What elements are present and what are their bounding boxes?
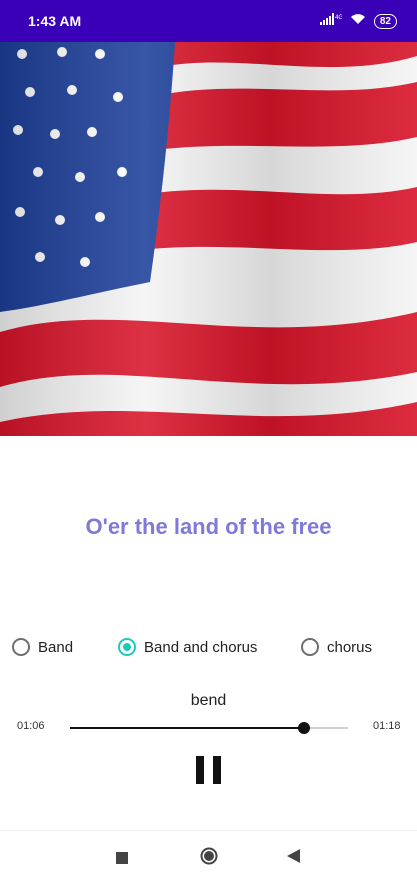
lyric-text: O'er the land of the free	[85, 514, 332, 539]
network-type-label: 4G	[335, 15, 342, 21]
radio-band-and-chorus[interactable]: Band and chorus	[118, 634, 257, 660]
pause-button[interactable]	[196, 756, 222, 784]
total-time: 01:18	[373, 720, 401, 732]
pause-icon	[196, 756, 204, 784]
recents-square-icon[interactable]	[116, 851, 128, 869]
mode-radio-group: Band Band and chorus chorus	[0, 634, 417, 660]
current-time: 01:06	[17, 720, 45, 732]
status-time: 1:43 AM	[28, 13, 82, 29]
radio-circle[interactable]	[301, 638, 319, 656]
radio-chorus[interactable]: chorus	[301, 634, 372, 660]
seek-thumb[interactable]	[297, 722, 310, 734]
status-bar: 1:43 AM 4G 82	[0, 0, 417, 42]
seek-progress	[70, 727, 304, 729]
home-circle-icon[interactable]	[200, 847, 218, 870]
track-name: bend	[190, 692, 227, 709]
battery-icon: 82	[373, 13, 397, 29]
radio-circle[interactable]	[12, 638, 30, 656]
signal-icon: 4G	[319, 12, 343, 30]
pause-icon	[213, 756, 221, 784]
radio-band[interactable]: Band	[12, 634, 73, 660]
seek-bar[interactable]	[70, 722, 348, 734]
wifi-icon	[350, 12, 366, 30]
radio-label: chorus	[327, 638, 373, 656]
radio-label: Band	[38, 638, 74, 656]
flag-image	[0, 42, 417, 436]
back-triangle-icon[interactable]	[287, 849, 300, 868]
radio-circle[interactable]	[118, 638, 136, 656]
navigation-bar	[0, 830, 417, 881]
radio-label: Band and chorus	[144, 638, 258, 656]
status-icons: 4G 82	[319, 12, 397, 30]
